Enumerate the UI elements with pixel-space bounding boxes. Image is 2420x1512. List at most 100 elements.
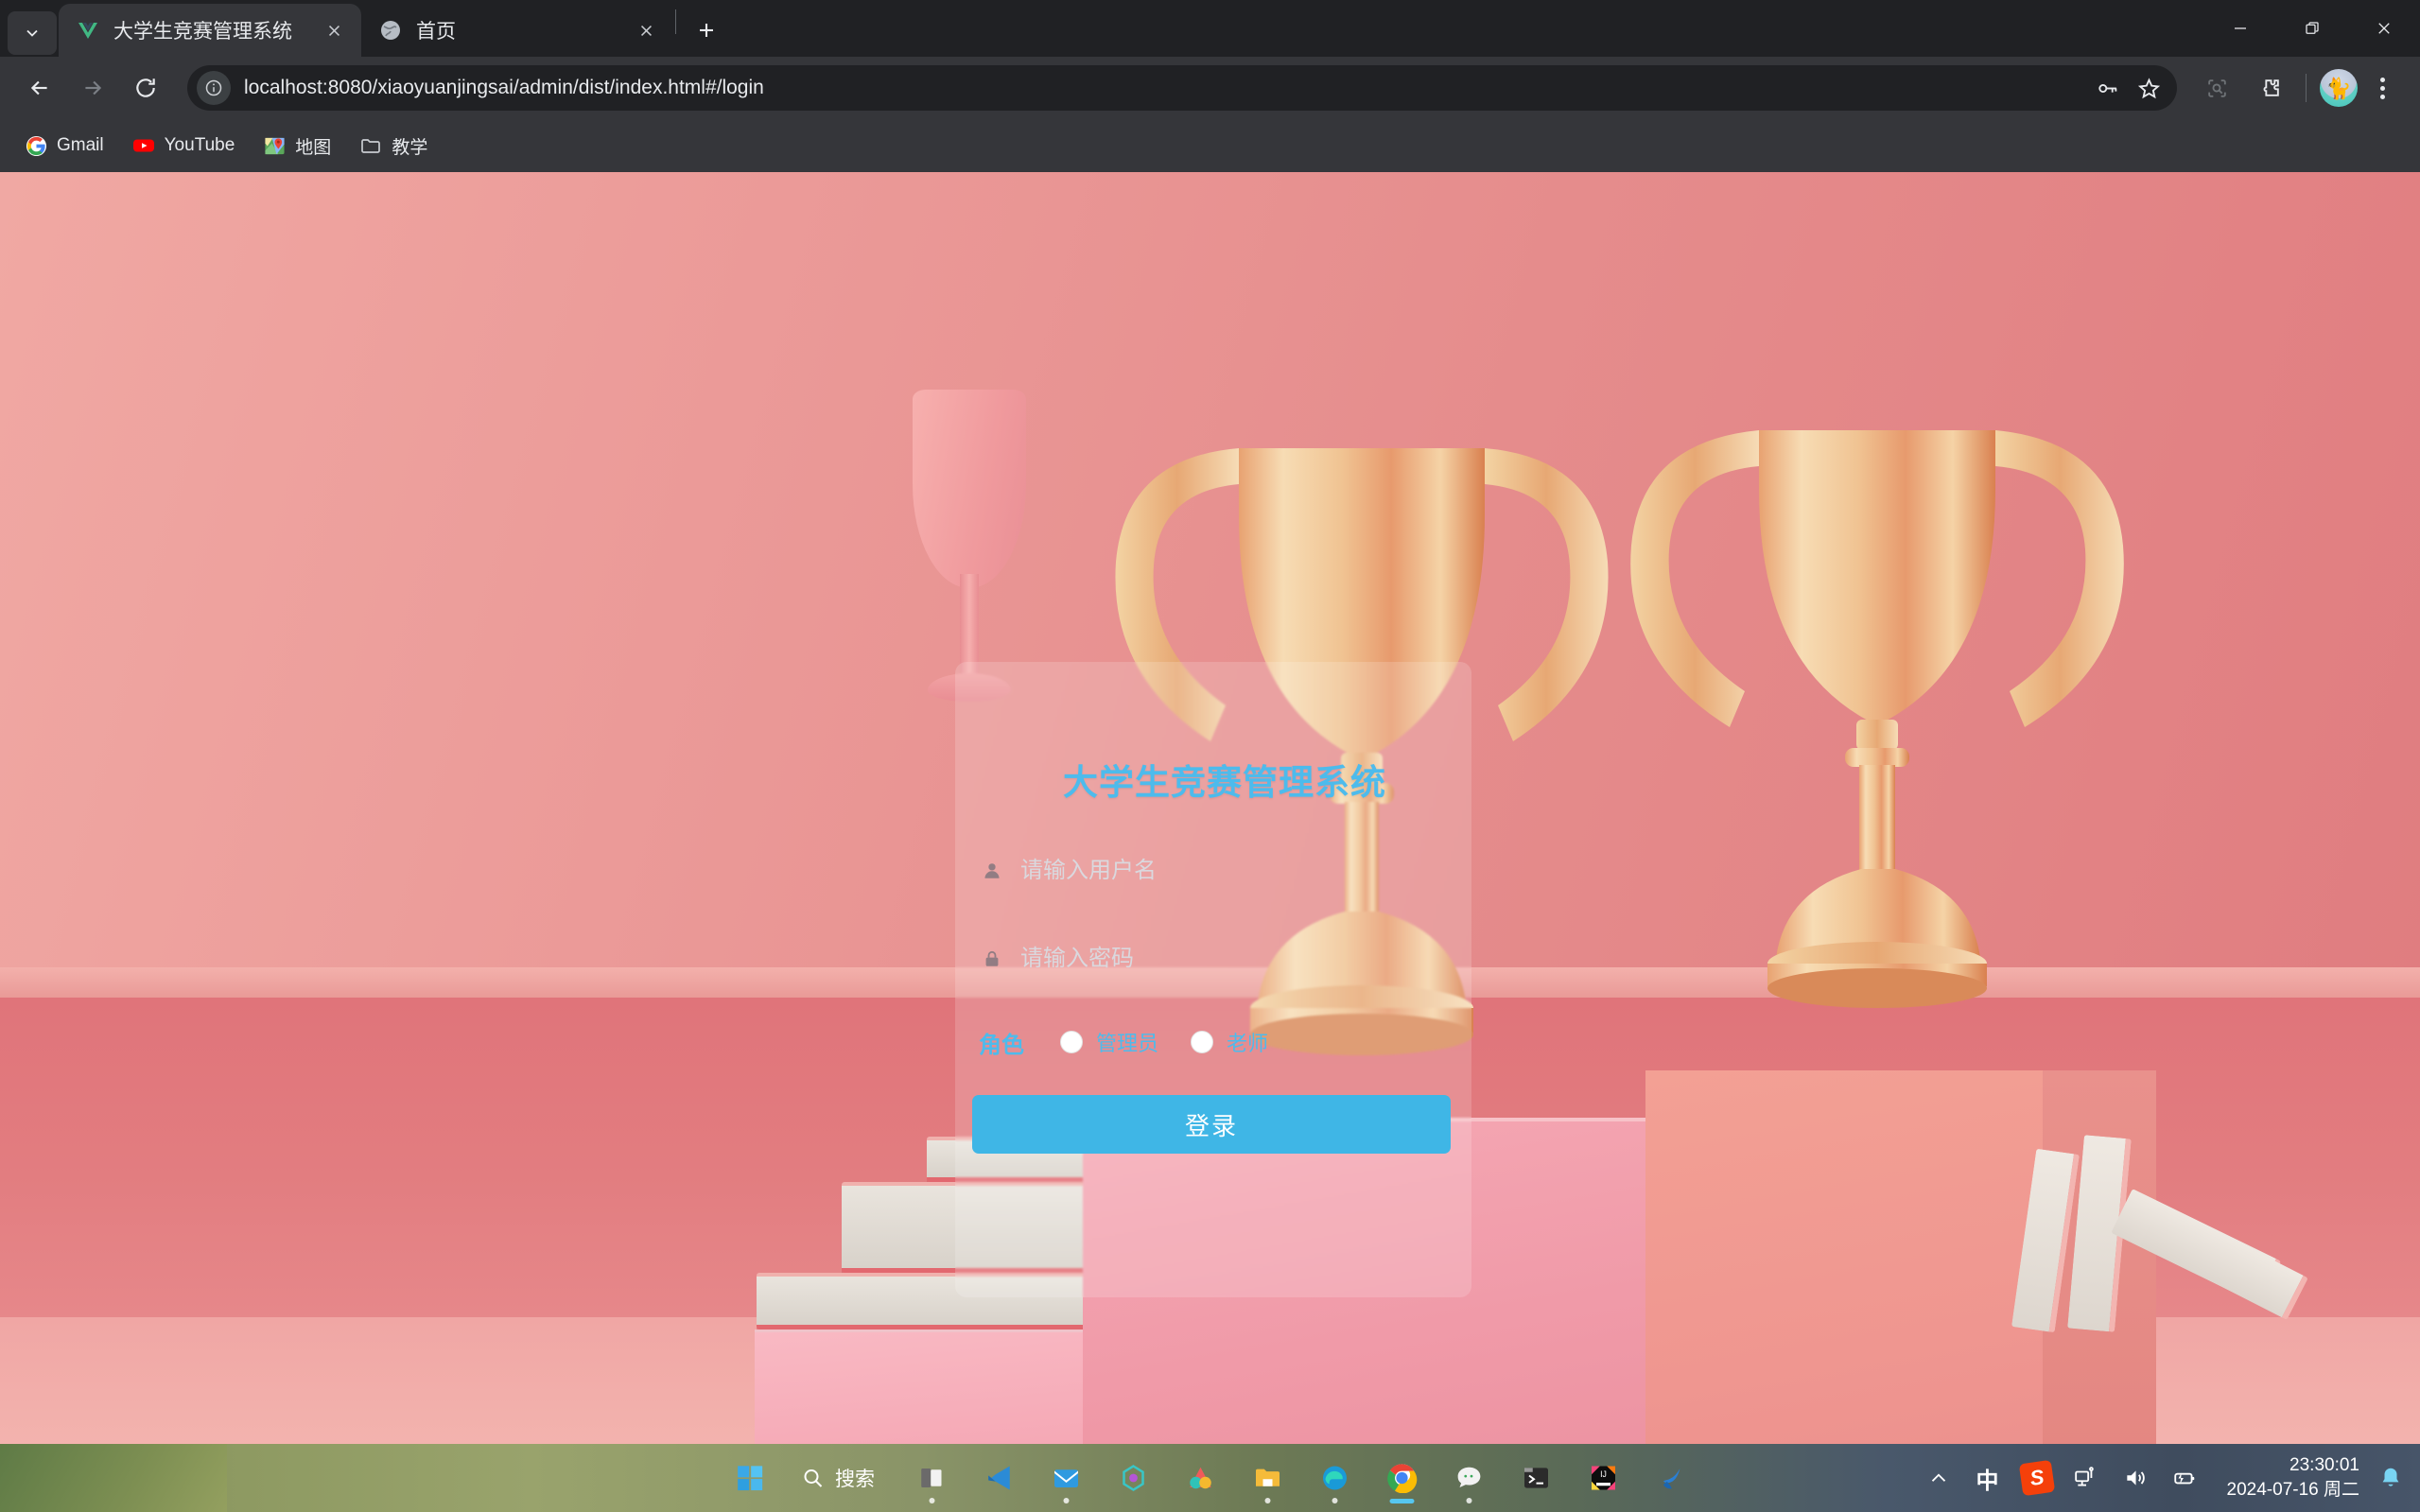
taskbar-app-colorful[interactable]	[1169, 1450, 1231, 1506]
sogou-label: S	[2018, 1459, 2055, 1497]
active-indicator	[1389, 1499, 1414, 1503]
role-option-admin[interactable]: 管理员	[1060, 1027, 1158, 1057]
running-indicator	[1264, 1498, 1270, 1503]
battery-button[interactable]	[2163, 1451, 2206, 1504]
browser-menu-button[interactable]	[2358, 63, 2407, 113]
bookmark-folder-jiaoxue[interactable]: 教学	[348, 126, 439, 165]
taskbar-wallpaper-left	[0, 1444, 227, 1512]
youtube-icon	[132, 134, 155, 157]
notifications-button[interactable]	[2375, 1462, 2407, 1494]
site-info-icon[interactable]	[197, 71, 231, 105]
bell-icon	[2382, 1468, 2399, 1486]
minimize-button[interactable]	[2204, 0, 2276, 57]
three-dot-menu-icon	[2379, 77, 2385, 82]
taskbar-search[interactable]: 搜索	[786, 1454, 896, 1502]
running-indicator	[1332, 1498, 1337, 1503]
search-label: 搜索	[835, 1469, 875, 1490]
tab-shouye[interactable]: 首页	[361, 4, 673, 57]
tab-search-button[interactable]	[8, 11, 57, 55]
taskbar-app-chrome[interactable]	[1370, 1450, 1433, 1506]
browser-toolbar: localhost:8080/xiaoyuanjingsai/admin/dis…	[0, 57, 2420, 119]
tab-title: 首页	[416, 21, 456, 43]
vue-logo-icon	[76, 18, 100, 43]
taskbar-app-purple[interactable]	[1102, 1450, 1164, 1506]
running-indicator	[929, 1498, 934, 1503]
toolbar-divider	[2306, 74, 2307, 102]
bookmark-gmail[interactable]: Gmail	[13, 126, 115, 165]
forward-button[interactable]	[66, 61, 119, 114]
bookmark-maps[interactable]: 地图	[252, 126, 342, 165]
username-input[interactable]	[1020, 858, 1452, 884]
reload-button[interactable]	[119, 61, 172, 114]
extensions-button[interactable]	[2245, 63, 2294, 113]
taskbar-clock[interactable]: 23:30:01 2024-07-16 周二	[2227, 1453, 2359, 1502]
browser-window: 大学生竞赛管理系统 首页 localhost:8080/xiaoyuanjing…	[0, 0, 2420, 1512]
password-input[interactable]	[1020, 946, 1452, 972]
taskbar-app-terminal[interactable]	[1505, 1450, 1567, 1506]
folder-icon	[359, 134, 382, 157]
bookmark-label: 地图	[295, 137, 332, 158]
close-icon[interactable]	[632, 16, 660, 44]
clock-time: 23:30:01	[2289, 1455, 2359, 1476]
volume-icon	[2126, 1470, 2145, 1486]
address-bar[interactable]: localhost:8080/xiaoyuanjingsai/admin/dis…	[187, 65, 2177, 111]
taskbar-app-file-explorer[interactable]	[900, 1450, 963, 1506]
ime-label: 中	[1976, 1468, 1999, 1494]
clock-date: 2024-07-16 周二	[2226, 1480, 2359, 1500]
maximize-button[interactable]	[2276, 0, 2348, 57]
plus-icon	[700, 24, 713, 37]
radio-icon[interactable]	[1191, 1031, 1214, 1053]
close-icon[interactable]	[320, 16, 348, 44]
tab-strip: 大学生竞赛管理系统 首页	[0, 0, 2420, 57]
role-option-label: 管理员	[1096, 1032, 1159, 1055]
back-button[interactable]	[13, 61, 66, 114]
puzzle-icon	[2263, 78, 2279, 96]
volume-button[interactable]	[2114, 1451, 2157, 1504]
login-button[interactable]: 登录	[972, 1095, 1451, 1154]
search-icon	[804, 1469, 822, 1487]
radio-icon[interactable]	[1060, 1031, 1083, 1053]
role-selector: 角色 管理员 老师	[979, 1021, 1452, 1063]
taskbar-app-vscode[interactable]	[967, 1450, 1030, 1506]
role-option-teacher[interactable]: 老师	[1191, 1027, 1268, 1057]
taskbar-app-bluebird[interactable]	[1639, 1450, 1701, 1506]
sogou-input-icon[interactable]: S	[2015, 1451, 2059, 1504]
bookmark-youtube[interactable]: YouTube	[121, 126, 247, 165]
bookmarks-bar: Gmail YouTube 地图 教学	[0, 119, 2420, 172]
running-indicator	[1466, 1498, 1471, 1503]
forward-arrow-icon	[85, 80, 102, 96]
start-button[interactable]	[719, 1450, 781, 1506]
bookmark-star-icon[interactable]	[2128, 67, 2169, 109]
minimize-icon	[2235, 27, 2246, 29]
bookmark-label: Gmail	[57, 135, 104, 155]
back-arrow-icon	[30, 80, 47, 96]
taskbar-app-chat[interactable]	[1437, 1450, 1500, 1506]
role-option-label: 老师	[1227, 1032, 1269, 1055]
close-icon	[2378, 23, 2390, 34]
lens-search-button[interactable]	[2192, 63, 2241, 113]
bookmark-label: 教学	[392, 137, 428, 158]
taskbar-app-edge[interactable]	[1303, 1450, 1366, 1506]
taskbar-apps: 搜索 IJ	[719, 1450, 1701, 1506]
battery-charging-icon	[2173, 1472, 2194, 1485]
profile-avatar[interactable]: 🐈	[2320, 69, 2358, 107]
gold-trophy-right	[1630, 430, 2124, 1008]
google-maps-icon	[263, 134, 286, 157]
windows-taskbar: 搜索 IJ 中 S 23:30:01 2024-07-16 周二	[0, 1444, 2420, 1512]
taskbar-app-mail[interactable]	[1035, 1450, 1097, 1506]
reload-icon	[136, 78, 155, 97]
network-button[interactable]	[2064, 1451, 2108, 1504]
window-controls	[2204, 0, 2420, 57]
taskbar-app-folder[interactable]	[1236, 1450, 1298, 1506]
svg-text:IJ: IJ	[1600, 1469, 1607, 1479]
network-icon	[2074, 1467, 2094, 1486]
ime-indicator[interactable]: 中	[1966, 1451, 2010, 1504]
tab-daxuesheng[interactable]: 大学生竞赛管理系统	[59, 4, 361, 57]
new-tab-button[interactable]	[684, 8, 729, 53]
password-manager-icon[interactable]	[2086, 67, 2128, 109]
taskbar-app-intellij[interactable]: IJ	[1572, 1450, 1634, 1506]
close-window-button[interactable]	[2348, 0, 2420, 57]
tray-overflow-button[interactable]	[1917, 1451, 1960, 1504]
gmail-icon	[25, 134, 47, 157]
restore-icon	[2306, 22, 2319, 34]
